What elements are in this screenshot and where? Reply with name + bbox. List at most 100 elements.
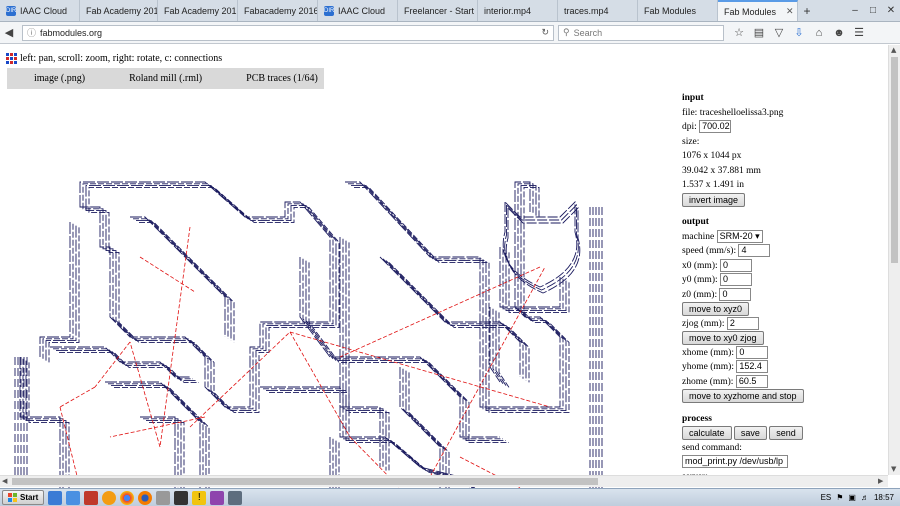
menu-input-format[interactable]: image (.png) (7, 73, 85, 84)
menu-icon[interactable]: ☰ (850, 24, 868, 42)
app-icon[interactable] (84, 490, 99, 505)
toolpath-line (354, 186, 570, 413)
vertical-scroll-thumb[interactable] (891, 57, 898, 263)
browser-tab[interactable]: Fabacademy 2016 (238, 0, 318, 21)
save-button[interactable]: save (733, 426, 767, 440)
start-button[interactable]: Start (2, 490, 45, 505)
home-icon[interactable]: ⌂ (810, 24, 828, 42)
speed-input[interactable]: 4 (738, 244, 771, 258)
toolpath-line (111, 385, 207, 488)
scroll-down-icon[interactable]: ▼ (891, 465, 896, 473)
url-bar[interactable]: ⓘ fabmodules.org ↻ (22, 24, 554, 41)
scroll-up-icon[interactable]: ▲ (891, 46, 896, 54)
page-content: left: pan, scroll: zoom, right: rotate, … (0, 45, 888, 488)
tab-label: Fab Academy 2016 (164, 5, 238, 16)
browser-tab[interactable]: Fab Academy 2016 (80, 0, 158, 21)
toolpath-line (302, 258, 503, 440)
dpi-input[interactable]: 700.02 (699, 120, 732, 134)
volume-icon[interactable]: ♬ (861, 493, 869, 502)
tab-label: traces.mp4 (564, 5, 609, 16)
minimize-icon[interactable]: – (846, 0, 864, 21)
app2-icon[interactable] (210, 490, 225, 505)
inkscape-icon[interactable] (174, 490, 189, 505)
browser-tab[interactable]: Freelancer - Start B... (398, 0, 478, 21)
send-button[interactable]: send (769, 426, 803, 440)
toolpath-line (82, 183, 334, 410)
browser-tab[interactable]: Fab Academy 2016 (158, 0, 238, 21)
connection-move (429, 266, 546, 478)
tab-label: Fab Modules (724, 6, 777, 17)
info-icon[interactable]: ⓘ (27, 26, 36, 39)
browser-tab[interactable]: Fab Modules ✕ (718, 0, 798, 21)
tab-label: Fab Modules (644, 5, 697, 16)
move-home-button[interactable]: move to xyzhome and stop (682, 389, 804, 403)
browser-tab[interactable]: Fab Modules (638, 0, 718, 21)
machine-value: SRM-20 (719, 230, 753, 241)
zhome-label: zhome (mm): (682, 376, 734, 387)
start-label: Start (20, 493, 39, 502)
dpi-label: dpi: (682, 122, 697, 132)
zhome-input[interactable]: 60.5 (735, 374, 768, 388)
size-mm: 39.042 x 37.881 mm (682, 165, 761, 176)
chrome-icon[interactable] (120, 490, 135, 505)
horizontal-scroll-thumb[interactable] (12, 478, 598, 485)
xhome-input[interactable]: 0 (736, 345, 769, 359)
download-icon[interactable]: ⇩ (790, 24, 808, 42)
close-tab-icon[interactable]: ✕ (780, 6, 794, 17)
reading-list-icon[interactable]: ▤ (750, 24, 768, 42)
maximize-icon[interactable]: □ (864, 0, 882, 21)
x0-input[interactable]: 0 (720, 258, 752, 272)
warning-icon[interactable]: ! (192, 490, 207, 505)
size-px: 1076 x 1044 px (682, 151, 742, 161)
language-indicator[interactable]: ES (821, 493, 832, 502)
pocket-icon[interactable]: ▽ (770, 24, 788, 42)
iaac-favicon-icon: DIR (324, 5, 335, 16)
send-command-input[interactable]: mod_print.py /dev/usb/lp (682, 455, 788, 469)
toolpath-pad (505, 206, 581, 294)
firefox-icon[interactable] (138, 490, 153, 505)
new-tab-button[interactable]: + (798, 0, 816, 21)
zjog-input[interactable]: 2 (726, 316, 759, 330)
url-text[interactable]: fabmodules.org (40, 28, 537, 38)
menu-process[interactable]: PCB traces (1/64) (202, 73, 318, 84)
vertical-scrollbar[interactable]: ▲ ▼ (888, 45, 900, 475)
move-xyz0-button[interactable]: move to xyz0 (682, 302, 750, 316)
help-text: left: pan, scroll: zoom, right: rotate, … (20, 53, 223, 64)
move-zjog-button[interactable]: move to xy0 zjog (682, 331, 764, 345)
browser-tab[interactable]: traces.mp4 (558, 0, 638, 21)
browser-tab[interactable]: DIR IAAC Cloud (318, 0, 398, 21)
calculate-button[interactable]: calculate (682, 426, 732, 440)
back-icon[interactable]: ◀ (0, 24, 18, 42)
blender-icon[interactable] (102, 490, 117, 505)
menu-output-machine[interactable]: Roland mill (.rml) (85, 73, 202, 84)
toolpath-canvas[interactable] (0, 107, 640, 488)
toolpath-line (48, 227, 80, 363)
flag-icon[interactable]: ⚑ (836, 493, 843, 502)
machine-select[interactable]: SRM-20 ▾ (716, 229, 763, 243)
desktop-icon[interactable] (48, 490, 63, 505)
chat-icon[interactable]: ☻ (830, 24, 848, 42)
horizontal-scrollbar[interactable]: ◀ ▶ (0, 475, 888, 487)
reload-icon[interactable]: ↻ (541, 27, 549, 38)
scroll-left-icon[interactable]: ◀ (2, 477, 7, 485)
yhome-label: yhome (mm): (682, 362, 734, 372)
network-icon[interactable]: ▣ (848, 493, 856, 502)
file-value: traceshelloelissa3.png (699, 107, 784, 118)
window-icon[interactable] (228, 490, 243, 505)
yhome-input[interactable]: 152.4 (736, 360, 769, 374)
clock: 18:57 (873, 493, 894, 502)
toolpath-line (133, 218, 229, 339)
search-input[interactable]: ⚲ Search (558, 24, 724, 41)
browser-tab[interactable]: DIR IAAC Cloud (0, 0, 80, 21)
fab-logo-icon (6, 53, 17, 64)
scroll-right-icon[interactable]: ▶ (878, 477, 883, 485)
browser-icon[interactable] (66, 490, 81, 505)
bookmark-star-icon[interactable]: ☆ (730, 24, 748, 42)
explorer-icon[interactable] (156, 490, 171, 505)
y0-input[interactable]: 0 (720, 273, 752, 287)
close-window-icon[interactable]: ✕ (882, 0, 900, 21)
browser-tab[interactable]: interior.mp4 (478, 0, 558, 21)
xhome-label: xhome (mm): (682, 347, 734, 358)
invert-image-button[interactable]: invert image (682, 192, 746, 207)
z0-input[interactable]: 0 (719, 287, 752, 301)
